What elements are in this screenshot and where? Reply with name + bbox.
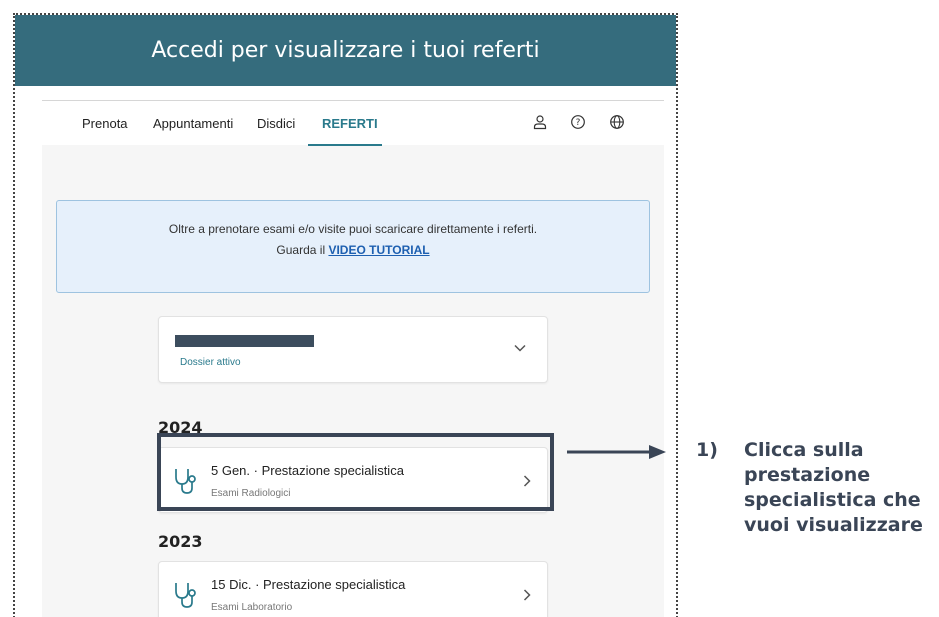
stethoscope-icon bbox=[175, 583, 196, 608]
referto-item[interactable]: 5 Gen. · Prestazione specialistica Esami… bbox=[158, 447, 548, 513]
chevron-right-icon bbox=[523, 475, 531, 487]
top-navbar: Prenota Appuntamenti Disdici REFERTI ? bbox=[42, 100, 664, 146]
tutorial-frame: Accedi per visualizzare i tuoi referti P… bbox=[13, 13, 678, 617]
user-icon[interactable] bbox=[532, 114, 548, 130]
redacted-patient-name bbox=[175, 335, 314, 347]
step-text: Clicca sulla prestazione specialistica c… bbox=[744, 439, 923, 536]
year-heading: 2023 bbox=[158, 532, 203, 551]
banner-title: Accedi per visualizzare i tuoi referti bbox=[151, 38, 540, 63]
tab-disdici[interactable]: Disdici bbox=[257, 116, 295, 131]
info-tutorial-line: Guarda il VIDEO TUTORIAL bbox=[57, 240, 649, 261]
help-icon[interactable]: ? bbox=[570, 114, 586, 130]
chevron-down-icon[interactable] bbox=[513, 341, 527, 355]
video-tutorial-link[interactable]: VIDEO TUTORIAL bbox=[328, 243, 429, 257]
info-text: Oltre a prenotare esami e/o visite puoi … bbox=[168, 222, 538, 236]
svg-text:?: ? bbox=[576, 118, 581, 128]
globe-icon[interactable] bbox=[609, 114, 625, 130]
info-banner: Oltre a prenotare esami e/o visite puoi … bbox=[56, 200, 650, 293]
stethoscope-icon bbox=[175, 469, 196, 494]
active-tab-indicator bbox=[308, 144, 382, 146]
year-heading: 2024 bbox=[158, 418, 203, 437]
tab-prenota[interactable]: Prenota bbox=[82, 116, 128, 131]
referto-title: 5 Gen. · Prestazione specialistica bbox=[211, 463, 404, 478]
referto-item[interactable]: 15 Dic. · Prestazione specialistica Esam… bbox=[158, 561, 548, 617]
instruction-callout: 1) Clicca sulla prestazione specialistic… bbox=[696, 438, 936, 538]
chevron-right-icon bbox=[523, 589, 531, 601]
dossier-selector[interactable]: Dossier attivo bbox=[158, 316, 548, 383]
app-window: Prenota Appuntamenti Disdici REFERTI ? O… bbox=[42, 100, 664, 617]
step-number: 1) bbox=[696, 439, 718, 461]
referto-title: 15 Dic. · Prestazione specialistica bbox=[211, 577, 406, 592]
tab-appuntamenti[interactable]: Appuntamenti bbox=[153, 116, 233, 131]
callout-arrow bbox=[567, 445, 666, 459]
referto-category: Esami Radiologici bbox=[211, 488, 291, 499]
info-tutorial-prefix: Guarda il bbox=[276, 243, 329, 257]
tutorial-banner: Accedi per visualizzare i tuoi referti bbox=[15, 15, 676, 86]
referto-category: Esami Laboratorio bbox=[211, 602, 293, 613]
dossier-status: Dossier attivo bbox=[180, 357, 241, 368]
tab-referti[interactable]: REFERTI bbox=[322, 116, 378, 131]
